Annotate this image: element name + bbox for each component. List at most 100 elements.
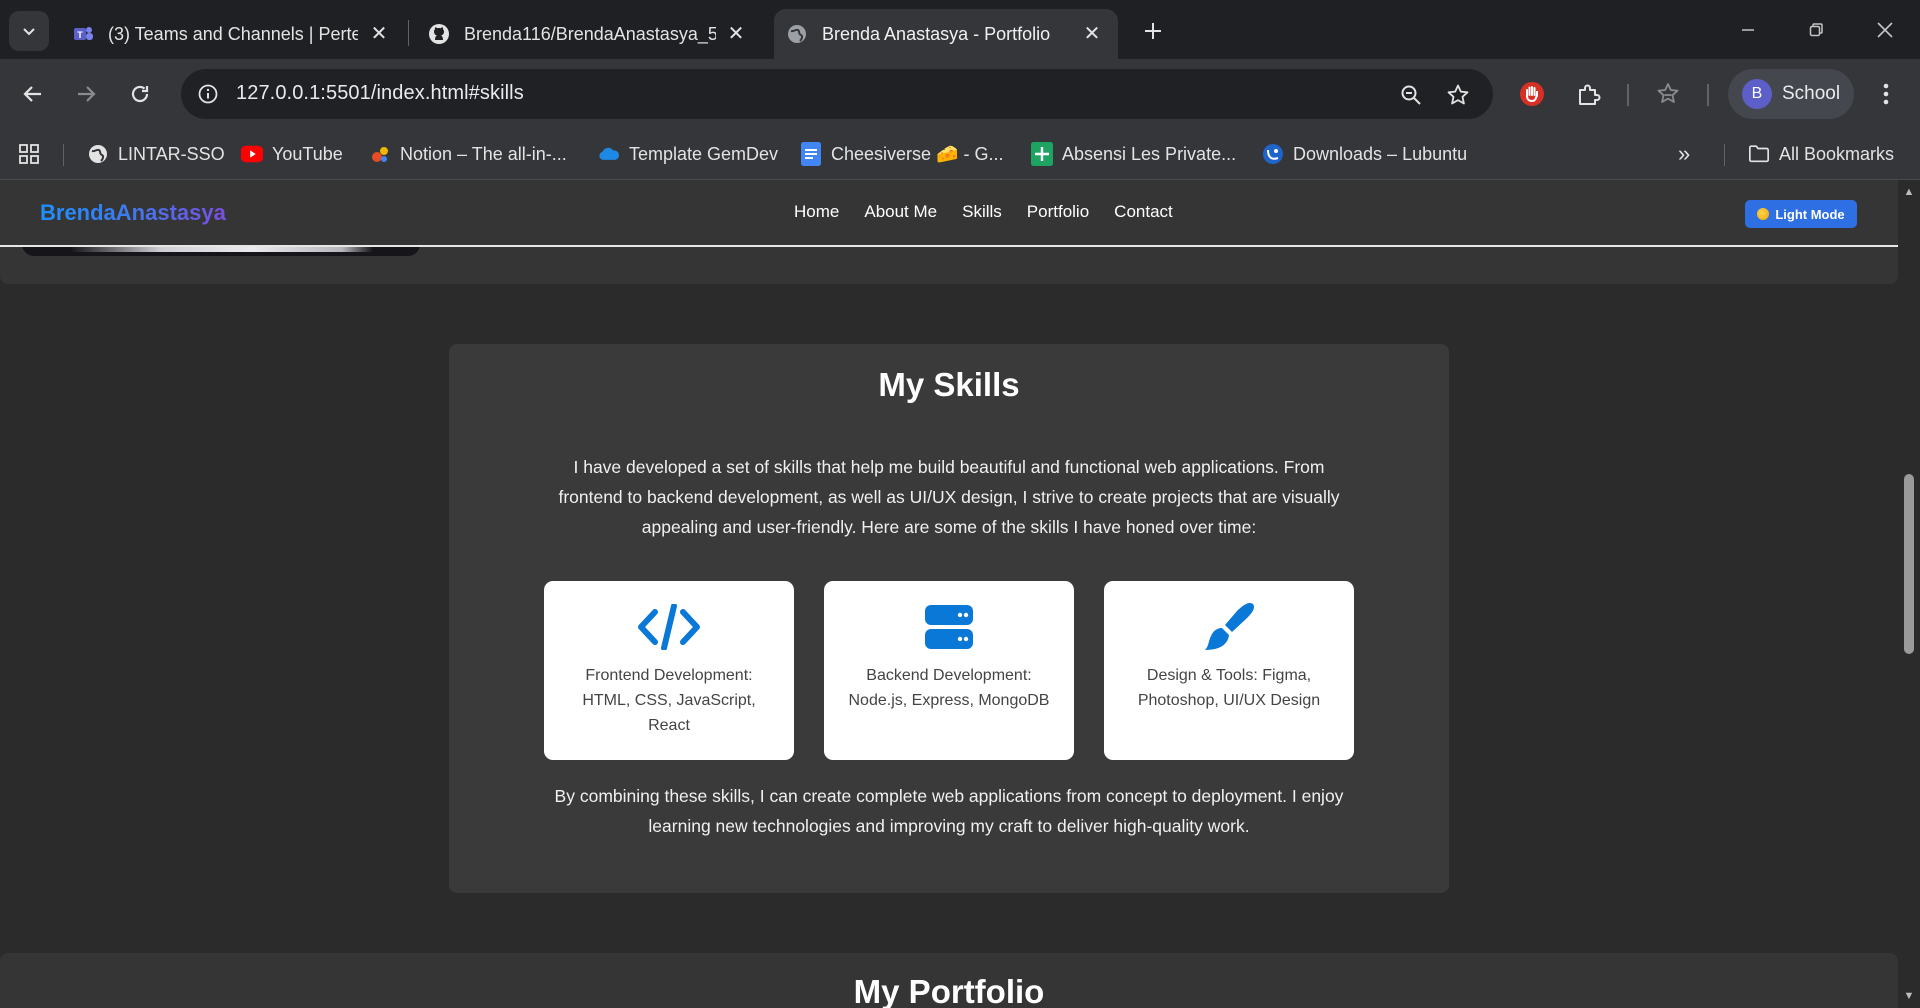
google-docs-icon bbox=[800, 142, 822, 166]
arrow-right-icon bbox=[78, 86, 96, 102]
tab-teams[interactable]: T (3) Teams and Channels | Perten ✕ bbox=[60, 9, 405, 59]
bookmark-divider bbox=[1724, 144, 1725, 166]
github-icon bbox=[428, 23, 450, 45]
back-button[interactable] bbox=[15, 76, 51, 112]
close-icon[interactable]: ✕ bbox=[1080, 21, 1104, 45]
bookmark-youtube[interactable]: YouTube bbox=[241, 139, 343, 169]
notion-colorful-icon bbox=[369, 143, 391, 165]
google-sheets-icon bbox=[1031, 142, 1053, 166]
toolbar-divider bbox=[1707, 84, 1709, 106]
nav-link-skills[interactable]: Skills bbox=[962, 202, 1002, 222]
bookmark-lintar-sso[interactable]: LINTAR-SSO bbox=[87, 139, 225, 169]
tab-title: (3) Teams and Channels | Perten bbox=[108, 23, 358, 44]
bookmark-template-gemdev[interactable]: Template GemDev bbox=[598, 139, 778, 169]
youtube-icon bbox=[241, 143, 263, 165]
bookmark-absensi[interactable]: Absensi Les Private... bbox=[1031, 139, 1236, 169]
minimize-icon bbox=[1742, 29, 1754, 31]
address-bar[interactable]: 127.0.0.1:5501/index.html#skills bbox=[181, 69, 1493, 119]
browser-menu-button[interactable] bbox=[1868, 76, 1904, 112]
close-window-button[interactable] bbox=[1865, 12, 1905, 48]
page-scrollbar[interactable]: ▲ ▼ bbox=[1898, 180, 1920, 1008]
skill-card-frontend: Frontend Development: HTML, CSS, JavaScr… bbox=[544, 581, 794, 760]
more-vertical-icon bbox=[1883, 83, 1889, 105]
bookmark-label: Template GemDev bbox=[629, 143, 779, 164]
nav-link-contact[interactable]: Contact bbox=[1114, 202, 1173, 222]
bookmark-label: LINTAR-SSO bbox=[118, 143, 225, 164]
more-bookmarks-button[interactable]: » bbox=[1678, 139, 1690, 169]
avatar: B bbox=[1742, 79, 1772, 109]
bookmark-star-icon[interactable] bbox=[1444, 81, 1472, 109]
bookmark-label: Downloads – Lubuntu bbox=[1293, 143, 1468, 164]
profile-button[interactable]: B School bbox=[1728, 69, 1854, 119]
lubuntu-icon bbox=[1262, 143, 1284, 165]
extensions-puzzle-icon[interactable] bbox=[1571, 76, 1607, 112]
folder-icon bbox=[1748, 143, 1770, 165]
bookmarks-bar: LINTAR-SSO YouTube Notion – The all-in-.… bbox=[0, 129, 1920, 180]
scroll-up-icon[interactable]: ▲ bbox=[1903, 186, 1915, 198]
portfolio-section: My Portfolio bbox=[0, 953, 1898, 1008]
skills-section: My Skills I have developed a set of skil… bbox=[449, 344, 1449, 893]
forward-button[interactable] bbox=[68, 76, 104, 112]
teams-icon: T bbox=[72, 23, 94, 45]
theme-toggle-button[interactable]: Light Mode bbox=[1745, 200, 1857, 228]
plus-icon bbox=[1145, 23, 1161, 39]
tab-title: Brenda Anastasya - Portfolio bbox=[822, 23, 1051, 44]
bookmark-label: YouTube bbox=[272, 143, 343, 164]
zoom-icon[interactable] bbox=[1397, 81, 1425, 109]
close-icon bbox=[1877, 22, 1893, 38]
browser-toolbar: 127.0.0.1:5501/index.html#skills B Schoo… bbox=[0, 59, 1920, 129]
skills-outro: By combining these skills, I can create … bbox=[554, 786, 1344, 836]
tab-strip: T (3) Teams and Channels | Perten ✕ Bren… bbox=[0, 0, 1920, 59]
nav-link-portfolio[interactable]: Portfolio bbox=[1027, 202, 1089, 222]
apps-button[interactable] bbox=[18, 139, 40, 169]
bookmark-label: Absensi Les Private... bbox=[1062, 143, 1237, 164]
site-info-icon[interactable] bbox=[195, 81, 221, 107]
bookmark-notion[interactable]: Notion – The all-in-... bbox=[369, 139, 567, 169]
onedrive-cloud-icon bbox=[598, 143, 620, 165]
skill-text: Backend Development: Node.js, Express, M… bbox=[848, 667, 1050, 709]
sun-icon bbox=[1757, 208, 1770, 220]
skill-card-design: Design & Tools: Figma, Photoshop, UI/UX … bbox=[1104, 581, 1354, 760]
tab-divider bbox=[408, 20, 409, 46]
all-bookmarks-button[interactable]: All Bookmarks bbox=[1748, 139, 1894, 169]
bookmark-cheesiverse[interactable]: Cheesiverse 🧀 - G... bbox=[800, 139, 1003, 169]
globe-icon bbox=[786, 23, 808, 45]
code-icon bbox=[544, 601, 794, 653]
new-tab-button[interactable] bbox=[1138, 16, 1168, 46]
skill-text: Design & Tools: Figma, Photoshop, UI/UX … bbox=[1137, 667, 1321, 709]
portfolio-title: My Portfolio bbox=[853, 973, 1045, 1008]
scroll-down-icon[interactable]: ▼ bbox=[1903, 990, 1915, 1002]
bookmark-divider bbox=[63, 144, 64, 166]
paintbrush-icon bbox=[1104, 601, 1354, 653]
svg-text:T: T bbox=[77, 30, 83, 40]
close-icon[interactable]: ✕ bbox=[367, 21, 391, 45]
skill-card-backend: Backend Development: Node.js, Express, M… bbox=[824, 581, 1074, 760]
tab-github[interactable]: Brenda116/BrendaAnastasya_5 ✕ bbox=[412, 9, 762, 59]
nav-link-about[interactable]: About Me bbox=[864, 202, 937, 222]
server-icon bbox=[824, 601, 1074, 653]
skills-title: My Skills bbox=[878, 366, 1020, 403]
minimize-button[interactable] bbox=[1728, 12, 1768, 48]
nav-link-home[interactable]: Home bbox=[794, 202, 839, 222]
tab-title: Brenda116/BrendaAnastasya_5 bbox=[464, 23, 716, 44]
close-icon[interactable]: ✕ bbox=[724, 21, 748, 45]
extension-stop-icon[interactable] bbox=[1514, 76, 1550, 112]
toolbar-divider bbox=[1627, 84, 1629, 106]
page-viewport: BrendaAnastasya Home About Me Skills Por… bbox=[0, 180, 1898, 1008]
profile-label: School bbox=[1782, 83, 1841, 104]
tab-portfolio-active[interactable]: Brenda Anastasya - Portfolio ✕ bbox=[774, 9, 1118, 59]
apps-grid-icon bbox=[19, 144, 39, 164]
site-brand[interactable]: BrendaAnastasya bbox=[40, 200, 226, 226]
reload-button[interactable] bbox=[122, 76, 158, 112]
url-text: 127.0.0.1:5501/index.html#skills bbox=[236, 82, 524, 104]
bookmark-lubuntu[interactable]: Downloads – Lubuntu bbox=[1262, 139, 1467, 169]
restore-button[interactable] bbox=[1796, 12, 1836, 48]
site-navbar: BrendaAnastasya Home About Me Skills Por… bbox=[0, 180, 1898, 247]
bookmark-label: Notion – The all-in-... bbox=[400, 143, 567, 164]
scroll-thumb[interactable] bbox=[1904, 474, 1914, 654]
skills-intro: I have developed a set of skills that he… bbox=[558, 457, 1340, 537]
tab-search-button[interactable] bbox=[9, 11, 49, 51]
skill-text: Frontend Development: HTML, CSS, JavaScr… bbox=[582, 667, 756, 734]
reading-list-star-icon[interactable] bbox=[1650, 76, 1686, 112]
globe-icon bbox=[87, 143, 109, 165]
